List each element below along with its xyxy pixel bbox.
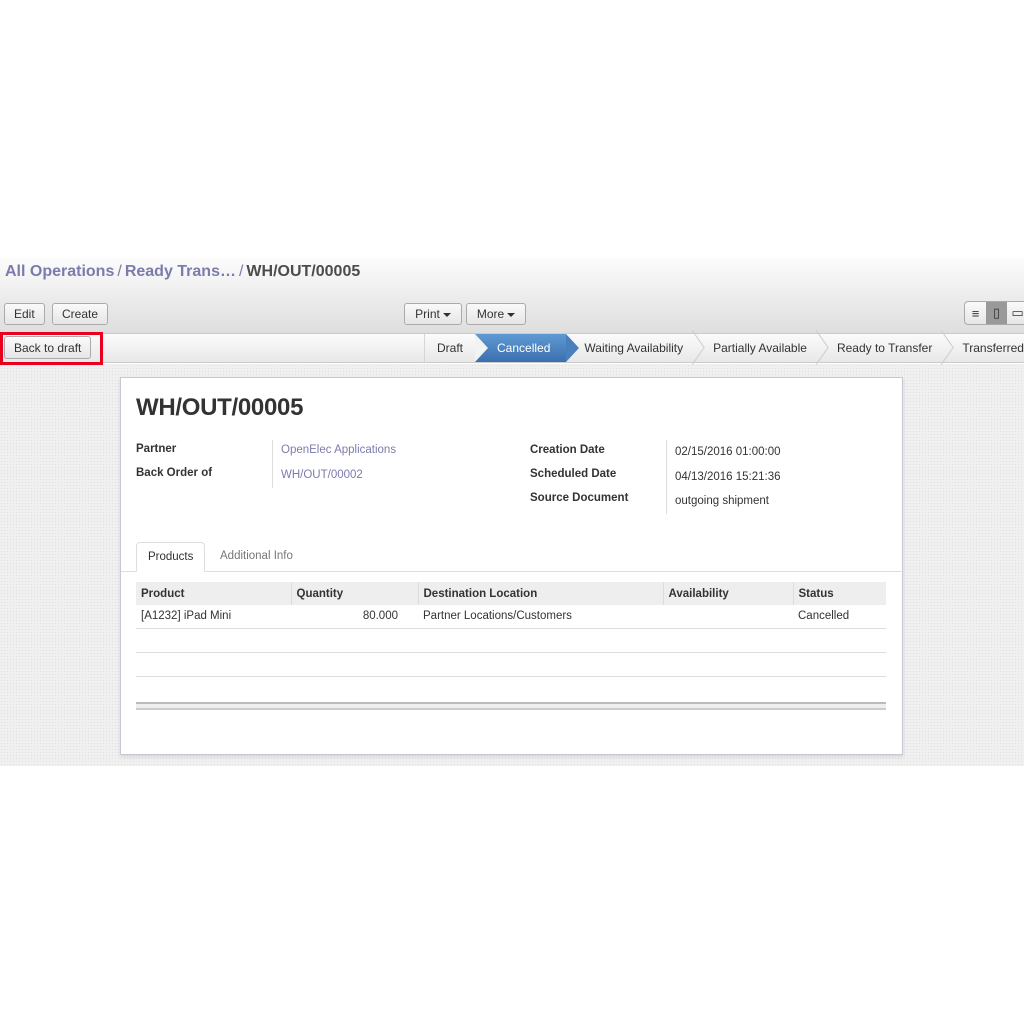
breadcrumb-separator: / [117,263,122,280]
breadcrumb-current: WH/OUT/00005 [246,263,361,280]
breadcrumb-separator: / [238,263,244,280]
breadcrumb-all-operations[interactable]: All Operations [5,263,114,280]
more-dropdown-button[interactable]: More [466,303,526,325]
partner-value[interactable]: OpenElec Applications [281,444,396,456]
status-step-partially-available[interactable]: Partially Available [695,334,819,362]
field-divider [272,440,273,488]
form-view-icon[interactable]: ▯ [986,302,1007,324]
tabs-divider [121,571,904,572]
column-header-status[interactable]: Status [793,582,886,605]
creation-date-label: Creation Date [530,444,605,456]
source-document-label: Source Document [530,492,629,504]
source-document-value: outgoing shipment [675,495,769,507]
print-dropdown-button[interactable]: Print [404,303,462,325]
cell-product: [A1232] iPad Mini [136,605,291,629]
cell-availability [663,605,793,629]
status-step-waiting-availability[interactable]: Waiting Availability [566,334,695,362]
breadcrumb: All Operations / Ready Trans… / WH/OUT/00005 [5,263,360,281]
odoo-app: All Operations / Ready Trans… / WH/OUT/00005… [0,258,1024,766]
view-switcher: ≡ ▯ ▭ [964,301,1024,325]
breadcrumb-ready-transfers[interactable]: Ready Trans… [125,263,236,280]
cell-status: Cancelled [793,605,886,629]
back-order-label: Back Order of [136,467,213,479]
scheduled-date-label: Scheduled Date [530,468,617,480]
back-order-value[interactable]: WH/OUT/00002 [281,469,363,481]
status-step-transferred[interactable]: Transferred [944,334,1024,362]
tab-products[interactable]: Products [136,542,206,572]
create-button[interactable]: Create [52,303,109,325]
control-panel: All Operations / Ready Trans… / WH/OUT/00005… [0,258,1024,334]
column-header-quantity[interactable]: Quantity [291,582,419,605]
more-label: More [476,307,505,321]
list-view-icon[interactable]: ≡ [965,302,986,324]
column-header-destination[interactable]: Destination Location [418,582,664,605]
print-label: Print [415,307,440,321]
partner-label: Partner [136,443,177,455]
status-step-ready-to-transfer[interactable]: Ready to Transfer [819,334,944,362]
cell-quantity: 80.000 [291,605,418,629]
table-row[interactable]: [A1232] iPad Mini 80.000 Partner Locatio… [136,605,886,629]
scheduled-date-value: 04/13/2016 15:21:36 [675,471,781,483]
edit-button[interactable]: Edit [4,303,45,325]
caret-down-icon [507,312,516,317]
column-header-product[interactable]: Product [136,582,292,605]
creation-date-value: 02/15/2016 01:00:00 [675,446,781,458]
field-divider [666,440,667,514]
table-footer [136,702,886,710]
empty-row [136,652,886,677]
record-title: WH/OUT/00005 [136,394,304,421]
caret-down-icon [442,312,451,317]
form-sheet: WH/OUT/00005 Partner Back Order of OpenE… [120,377,904,755]
table-header-row: Product Quantity Destination Location Av… [136,582,886,605]
highlight-annotation [0,332,103,365]
column-header-availability[interactable]: Availability [663,582,794,605]
tab-additional-info[interactable]: Additional Info [209,542,304,571]
status-step-draft[interactable]: Draft [425,334,475,362]
status-bar: Back to draft Draft Cancelled Waiting Av… [0,334,1024,363]
status-step-cancelled[interactable]: Cancelled [475,334,580,362]
products-table: Product Quantity Destination Location Av… [136,582,886,677]
empty-row [136,628,886,653]
statusbar-steps: Draft Cancelled Waiting Availability Par… [424,334,1024,362]
calendar-view-icon[interactable]: ▭ [1007,302,1024,324]
cell-destination: Partner Locations/Customers [418,605,663,629]
